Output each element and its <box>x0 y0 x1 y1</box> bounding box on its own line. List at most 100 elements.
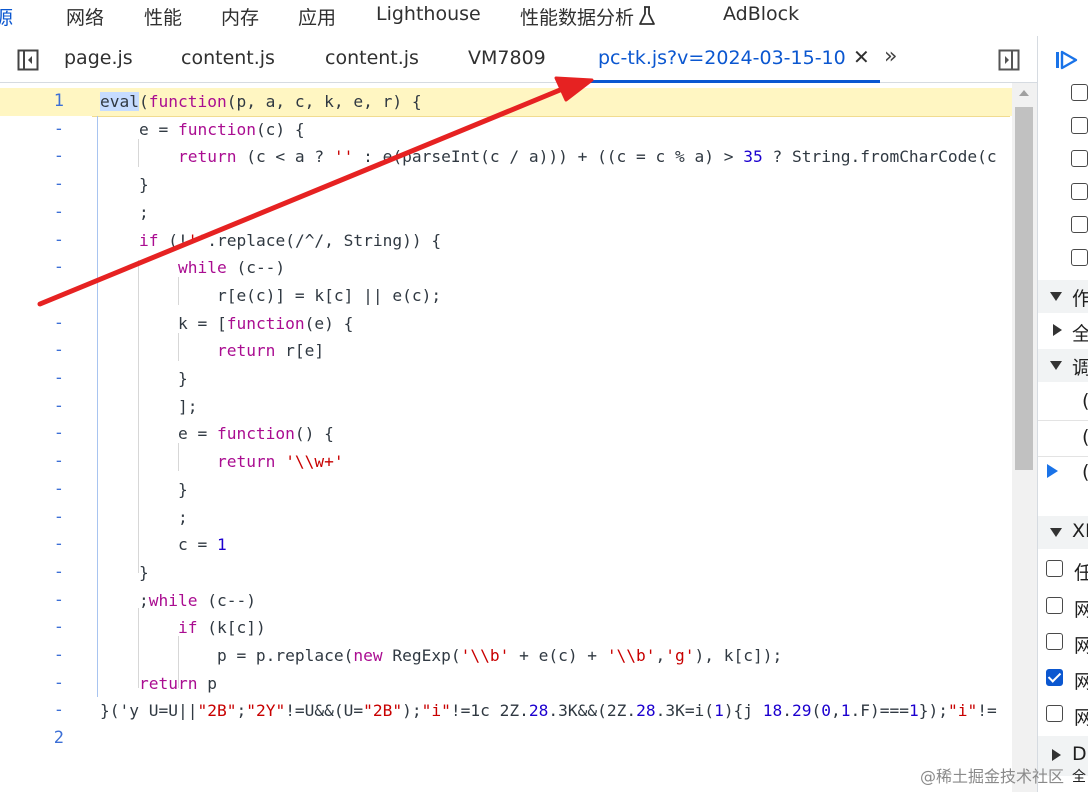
code-line[interactable]: - return p <box>0 670 1012 698</box>
line-number[interactable]: - <box>0 420 64 448</box>
line-number[interactable]: - <box>0 171 64 199</box>
file-tab-vm7809[interactable]: VM7809 <box>468 47 546 69</box>
breakpoint-checkbox[interactable] <box>1071 117 1088 134</box>
line-number[interactable]: 1 <box>0 88 64 116</box>
line-number[interactable]: - <box>0 448 64 476</box>
tab-network[interactable]: 网络 <box>66 3 104 30</box>
file-tab-content-js-2[interactable]: content.js <box>325 47 419 69</box>
line-number[interactable]: - <box>0 559 64 587</box>
tab-adblock[interactable]: AdBlock <box>723 3 799 25</box>
line-number[interactable]: - <box>0 143 64 171</box>
chevron-right-icon[interactable] <box>1053 324 1062 336</box>
code-line[interactable]: - e = function(c) { <box>0 116 1012 144</box>
divider <box>1038 456 1088 457</box>
line-number[interactable]: - <box>0 476 64 504</box>
line-number[interactable]: - <box>0 614 64 642</box>
code-line[interactable]: - ]; <box>0 393 1012 421</box>
code-text: if (k[c]) <box>177 618 266 638</box>
file-tab-page-js[interactable]: page.js <box>64 47 133 69</box>
code-line[interactable]: - c = 1 <box>0 531 1012 559</box>
call-frame[interactable]: ( <box>1082 390 1088 412</box>
sidebar-toggle-icon[interactable] <box>16 48 40 72</box>
code-line[interactable]: - } <box>0 476 1012 504</box>
xhr-breakpoint-checkbox[interactable] <box>1046 705 1063 722</box>
line-number[interactable]: - <box>0 504 64 532</box>
tab-performance-insights[interactable]: 性能数据分析 <box>520 3 656 30</box>
tab-sources[interactable]: 源 <box>0 3 13 30</box>
line-number[interactable]: - <box>0 642 64 670</box>
code-line[interactable]: - if (k[c]) <box>0 614 1012 642</box>
code-line[interactable]: 2 <box>0 725 1012 753</box>
line-number[interactable]: - <box>0 254 64 282</box>
code-line[interactable]: - r[e(c)] = k[c] || e(c); <box>0 282 1012 310</box>
chevron-down-icon <box>1050 528 1062 537</box>
xhr-breakpoint-checkbox[interactable] <box>1046 633 1063 650</box>
editor-vertical-scrollbar[interactable] <box>1012 83 1037 792</box>
resume-icon[interactable] <box>1054 48 1080 72</box>
section-header-callstack[interactable]: 调 <box>1038 349 1088 382</box>
line-number[interactable]: - <box>0 365 64 393</box>
line-number[interactable]: - <box>0 282 64 310</box>
line-number[interactable]: - <box>0 393 64 421</box>
line-number[interactable]: - <box>0 227 64 255</box>
code-line[interactable]: - if (!''.replace(/^/, String)) { <box>0 227 1012 255</box>
scroll-up-arrow-icon[interactable] <box>1019 90 1029 96</box>
code-line[interactable]: - return '\\w+' <box>0 448 1012 476</box>
tab-performance[interactable]: 性能 <box>144 3 182 30</box>
file-tab-content-js[interactable]: content.js <box>181 47 275 69</box>
line-number[interactable]: 2 <box>0 725 64 753</box>
code-line-current[interactable]: 1 eval(function(p, a, c, k, e, r) { <box>0 88 1012 116</box>
section-header-xhr-breakpoints[interactable]: XI <box>1038 516 1088 549</box>
call-frame[interactable]: ( <box>1082 426 1088 448</box>
breakpoint-checkbox[interactable] <box>1071 183 1088 200</box>
code-text: ; <box>100 507 188 527</box>
code-line[interactable]: - k = [function(e) { <box>0 310 1012 338</box>
scrollbar-thumb[interactable] <box>1015 107 1033 470</box>
code-line[interactable]: - return (c < a ? '' : e(parseInt(c / a)… <box>0 143 1012 171</box>
xhr-breakpoint-label: 网 <box>1074 635 1088 657</box>
xhr-breakpoint-checkbox[interactable] <box>1046 560 1063 577</box>
xhr-breakpoint-checkbox-checked[interactable] <box>1046 669 1063 686</box>
chevron-down-icon <box>1050 361 1062 370</box>
code-line[interactable]: - return r[e] <box>0 337 1012 365</box>
code-line[interactable]: - ; <box>0 199 1012 227</box>
breakpoint-checkbox[interactable] <box>1071 84 1088 101</box>
code-line[interactable]: - e = function() { <box>0 420 1012 448</box>
tab-memory[interactable]: 内存 <box>221 3 259 30</box>
code-editor[interactable]: 1 eval(function(p, a, c, k, e, r) {- e = … <box>0 83 1012 792</box>
line-number[interactable]: - <box>0 587 64 615</box>
close-icon[interactable]: ✕ <box>853 45 870 69</box>
breakpoint-checkbox[interactable] <box>1071 249 1088 266</box>
code-line[interactable]: - } <box>0 559 1012 587</box>
tab-application[interactable]: 应用 <box>298 3 336 30</box>
section-label: 调 <box>1072 357 1088 379</box>
code-line[interactable]: - } <box>0 365 1012 393</box>
call-frame-current[interactable]: ( <box>1082 461 1088 483</box>
panel-toggle-icon[interactable] <box>997 48 1021 72</box>
code-line[interactable]: - p = p.replace(new RegExp('\\b' + e(c) … <box>0 642 1012 670</box>
chevron-down-icon <box>1050 292 1062 301</box>
tab-lighthouse[interactable]: Lighthouse <box>376 3 481 25</box>
chevron-double-right-icon[interactable]: » <box>884 44 898 69</box>
code-line[interactable]: -}('y U=U||"2B";"2Y"!=U&&(U="2B");"i"!=1… <box>0 697 1012 725</box>
line-number[interactable]: - <box>0 697 64 725</box>
breakpoint-checkbox[interactable] <box>1071 216 1088 233</box>
code-line[interactable]: - while (c--) <box>0 254 1012 282</box>
code-line[interactable]: - } <box>0 171 1012 199</box>
code-line[interactable]: - ;while (c--) <box>0 587 1012 615</box>
section-header-scope[interactable]: 作 <box>1038 280 1088 313</box>
line-number[interactable]: - <box>0 670 64 698</box>
file-tab-pc-tk-js[interactable]: pc-tk.js?v=2024-03-15-10 <box>598 47 846 69</box>
breakpoint-checkbox[interactable] <box>1071 150 1088 167</box>
code-text: r[e(c)] = k[c] || e(c); <box>100 285 442 305</box>
line-number[interactable]: - <box>0 531 64 559</box>
code-line[interactable]: - ; <box>0 504 1012 532</box>
line-number[interactable]: - <box>0 310 64 338</box>
xhr-breakpoint-checkbox[interactable] <box>1046 597 1063 614</box>
section-label: XI <box>1072 520 1088 542</box>
file-tab-bar: page.js content.js content.js VM7809 pc-… <box>0 36 1037 83</box>
line-number[interactable]: - <box>0 199 64 227</box>
line-number[interactable]: - <box>0 116 64 144</box>
line-number[interactable]: - <box>0 337 64 365</box>
code-text: ]; <box>100 396 198 416</box>
